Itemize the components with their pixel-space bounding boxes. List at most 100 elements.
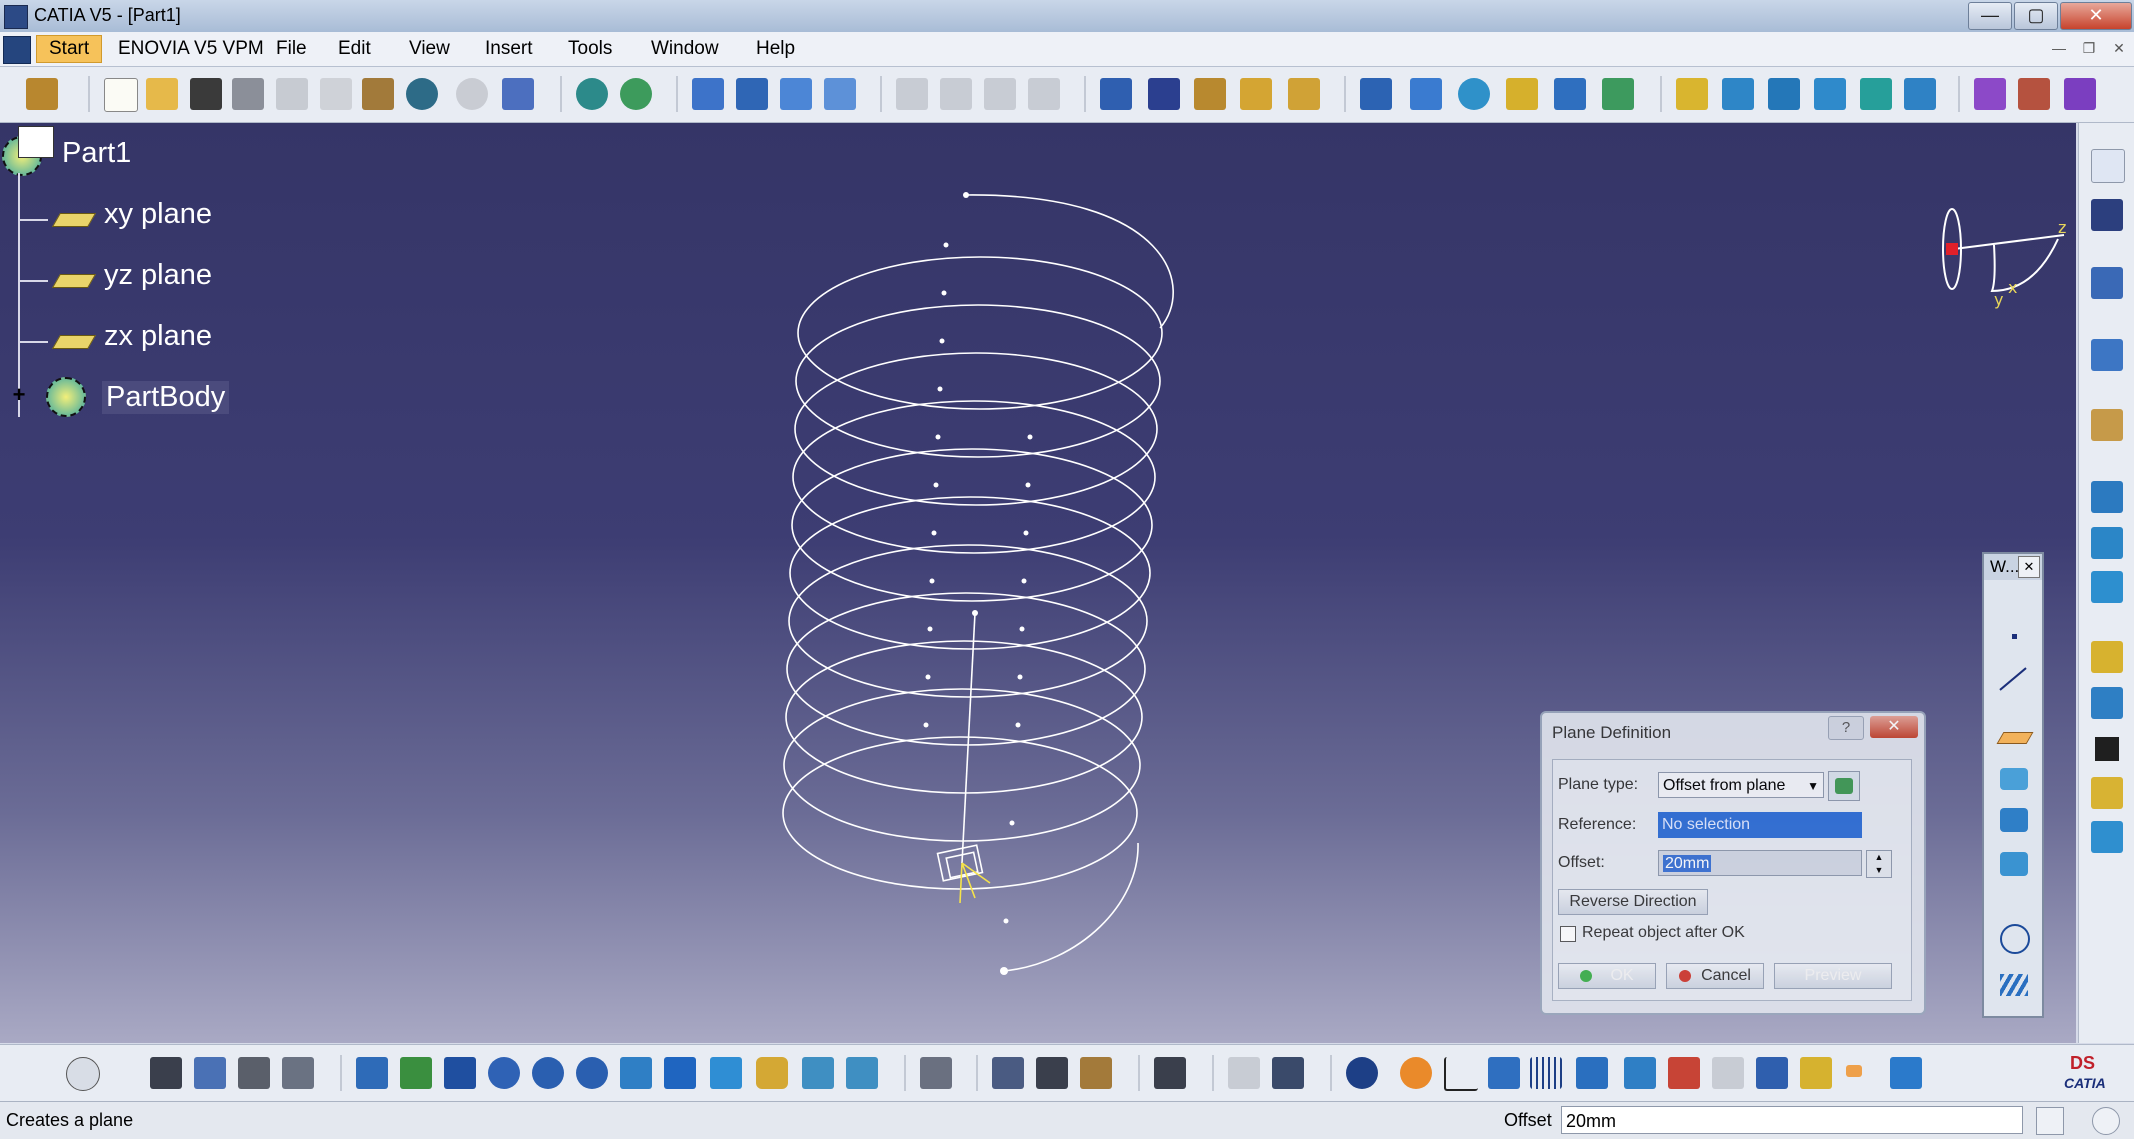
spline-icon[interactable] [2091,481,2123,513]
repeat-object-checkbox[interactable] [1560,926,1576,942]
table-icon[interactable] [150,1057,182,1089]
menu-file[interactable]: File [276,38,307,60]
plane-sketch-icon[interactable] [736,78,768,110]
healing-icon[interactable] [1860,78,1892,110]
undo-history-icon[interactable] [576,78,608,110]
measure-inertia-icon[interactable] [1080,1057,1112,1089]
offset-spinner[interactable]: ▲ ▼ [1866,850,1892,878]
shading-mode-icon[interactable] [756,1057,788,1089]
normal-view-icon[interactable] [620,1057,652,1089]
extrapolate-icon[interactable] [1768,78,1800,110]
light-icon[interactable] [108,1057,140,1089]
menu-tools[interactable]: Tools [568,38,612,60]
snap-icon[interactable] [2091,199,2123,231]
fill-icon[interactable] [1506,78,1538,110]
positioned-sketch-icon[interactable] [780,78,812,110]
operation-icon[interactable] [1676,78,1708,110]
plane-type-select[interactable]: Offset from plane ▼ [1658,772,1824,798]
annotation-icon[interactable] [1228,1057,1260,1089]
transformation-icon[interactable] [1722,78,1754,110]
surface-icon[interactable] [1410,78,1442,110]
apply-icon[interactable] [920,1057,952,1089]
sweep-icon[interactable] [1458,78,1490,110]
bar-icon[interactable] [2091,409,2123,441]
sketcher-icon[interactable] [692,78,724,110]
rotate-view-icon[interactable] [488,1057,520,1089]
zoom-in-icon[interactable] [532,1057,564,1089]
user-feature-icon[interactable] [1028,78,1060,110]
join-icon[interactable] [1554,78,1586,110]
plane-definition-dialog[interactable]: Plane Definition ? ✕ Plane type: Offset … [1540,711,1926,1015]
new-icon[interactable] [104,78,138,112]
hierarchy-icon[interactable] [1756,1057,1788,1089]
fillet-icon[interactable] [2091,641,2123,673]
mdi-close-button[interactable]: ✕ [2108,38,2130,58]
grid-icon[interactable] [1530,1057,1562,1089]
mdi-restore-button[interactable]: ❐ [2078,38,2100,58]
reference-field[interactable]: No selection [1658,812,1862,838]
surface-revolve-icon[interactable] [2091,571,2123,603]
offset-curve-icon[interactable] [2000,852,2028,876]
split-icon[interactable] [1602,78,1634,110]
cancel-button[interactable]: Cancel [1666,963,1764,989]
formula-icon[interactable] [24,1057,56,1089]
isometric-view-icon[interactable] [710,1057,742,1089]
surface-view-icon[interactable] [1624,1057,1656,1089]
hand-icon[interactable] [1400,1057,1432,1089]
wireframe-floating-toolbar[interactable]: W... ✕ [1982,552,2044,1018]
line-icon[interactable] [1999,667,2027,691]
offset-input[interactable]: 20mm [1658,850,1862,876]
axis-icon[interactable] [1444,1057,1478,1091]
measure-between-icon[interactable] [992,1057,1024,1089]
compass-handle[interactable] [1946,243,1958,255]
update-icon[interactable] [620,78,652,110]
ok-button[interactable]: OK [1558,963,1656,989]
work-support-icon[interactable] [1576,1057,1608,1089]
circle-icon[interactable] [2000,924,2030,954]
multi-view-icon[interactable] [664,1057,696,1089]
swirl-icon[interactable] [1346,1057,1378,1089]
window-close-button[interactable]: ✕ [2060,2,2132,30]
menu-edit[interactable]: Edit [338,38,371,60]
menu-help[interactable]: Help [756,38,795,60]
thickness-icon[interactable] [2091,733,2123,765]
powercopy-icon[interactable] [984,78,1016,110]
status-stop-icon[interactable] [2092,1107,2120,1135]
join-surface-icon[interactable] [2091,687,2123,719]
offset-icon[interactable] [1904,78,1936,110]
tool-icon[interactable] [2091,339,2123,371]
apply-material-icon[interactable] [1974,78,2006,110]
window-maximize-button[interactable]: ▢ [2014,2,2058,30]
sketch-icon[interactable] [2091,267,2123,299]
small-marker-icon[interactable] [1846,1065,1862,1077]
output-feature-icon[interactable] [824,78,856,110]
knowledge-icon[interactable] [66,1057,100,1091]
redo-icon[interactable] [456,78,488,110]
pan-icon[interactable] [444,1057,476,1089]
intersection-icon[interactable] [2000,808,2028,832]
render-icon[interactable] [2018,78,2050,110]
catia-app-icon[interactable] [4,5,28,29]
layer-icon[interactable] [1890,1057,1922,1089]
constraint-view-icon[interactable] [1668,1057,1700,1089]
dialog-close-button[interactable]: ✕ [1870,716,1918,738]
translate-icon[interactable] [2091,777,2123,809]
menu-window[interactable]: Window [651,38,719,60]
whats-this-icon[interactable] [502,78,534,110]
window-minimize-button[interactable]: — [1968,2,2012,30]
open-icon[interactable] [146,78,178,110]
swap-space-icon[interactable] [846,1057,878,1089]
catalog-icon[interactable] [896,78,928,110]
status-offset-input[interactable]: 20mm [1561,1106,2023,1134]
status-window-icon[interactable] [2036,1107,2064,1135]
shading-icon[interactable] [2064,78,2096,110]
menu-insert[interactable]: Insert [485,38,533,60]
hide-show-icon[interactable] [802,1057,834,1089]
mdi-minimize-button[interactable]: — [2048,38,2070,58]
projection-icon[interactable] [2000,768,2028,790]
analysis-icon[interactable] [1288,78,1320,110]
catia-menu-logo-icon[interactable] [3,36,31,64]
plane-type-lock-button[interactable] [1828,771,1860,801]
catalog-browser-icon[interactable] [940,78,972,110]
preview-button[interactable]: Preview [1774,963,1892,989]
